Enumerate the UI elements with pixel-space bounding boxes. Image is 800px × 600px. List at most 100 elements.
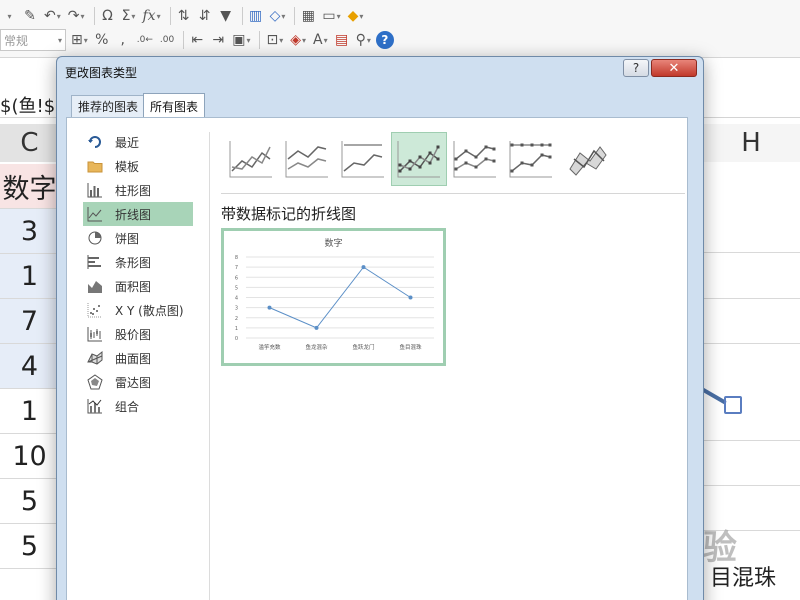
table-cell[interactable]: 7 — [0, 299, 60, 344]
decrease-indent-icon[interactable]: ⇤ — [188, 29, 206, 51]
grid-line — [702, 252, 800, 253]
cell-styles-icon[interactable]: ▤ — [333, 29, 351, 51]
table-cell[interactable]: 5 — [0, 479, 60, 524]
shapes-icon[interactable]: ◇ ▾ — [268, 5, 288, 27]
ribbon-separator — [183, 31, 185, 49]
fx-label: fx — [142, 8, 156, 24]
help-icon[interactable]: ? — [375, 31, 394, 49]
comma-style-button[interactable]: , — [114, 29, 132, 51]
decrease-decimal-icon[interactable]: .00 — [158, 29, 176, 51]
pie-chart-icon — [87, 230, 103, 246]
format-painter-icon[interactable]: ✎ — [21, 5, 39, 27]
chart-type-pie[interactable]: 饼图 — [83, 226, 193, 250]
table-cell[interactable]: 4 — [0, 344, 60, 389]
increase-decimal-icon[interactable]: .0← — [135, 29, 155, 51]
sort-ascending-icon[interactable]: ⇅ — [175, 5, 193, 27]
data-point-marker — [267, 305, 272, 310]
warning-icon[interactable]: ◆ ▾ — [346, 5, 366, 27]
table-cell[interactable]: 1 — [0, 389, 60, 434]
scatter-chart-icon — [87, 302, 103, 318]
autosum-label: Σ — [121, 8, 131, 24]
chart-type-surface[interactable]: 曲面图 — [83, 346, 193, 370]
tab-recommended-charts[interactable]: 推荐的图表 — [71, 95, 146, 117]
ribbon-row-2: 常规 ▾ ⊞ ▾ % , .0← .00 ⇤ ⇥ ▣ ▾ ⊡ ▾ ◈ ▾ A ▾ ▤ ⚲ ▾ … — [0, 27, 397, 53]
find-icon[interactable]: ⚲ ▾ — [354, 29, 373, 51]
autosum-icon[interactable]: Σ ▾ — [120, 5, 138, 27]
chart-type-label: 曲面图 — [115, 351, 152, 366]
chart-type-stock[interactable]: 股价图 — [83, 322, 193, 346]
chart-type-column[interactable]: 柱形图 — [83, 178, 193, 202]
font-color-icon[interactable]: A ▾ — [311, 29, 330, 51]
percent-style-button[interactable]: % — [93, 29, 111, 51]
chart-type-label: 面积图 — [115, 279, 152, 294]
ribbon-separator — [169, 7, 171, 25]
percent-stacked-line-icon[interactable] — [335, 132, 391, 186]
grid-line — [702, 440, 800, 441]
y-tick-label: 2 — [235, 316, 238, 322]
increase-indent-icon[interactable]: ⇥ — [209, 29, 227, 51]
insert-function-icon[interactable]: fx ▾ — [141, 5, 163, 27]
symbol-icon[interactable]: Ω — [99, 5, 117, 27]
dialog-help-button[interactable]: ? — [623, 59, 649, 77]
chart-type-label: 雷达图 — [115, 375, 152, 390]
chart-type-template[interactable]: 模板 — [83, 154, 193, 178]
chart-type-label: 柱形图 — [115, 183, 152, 198]
table-cell[interactable]: 3 — [0, 209, 60, 254]
filter-icon[interactable]: ▼ — [217, 5, 235, 27]
percent-stacked-line-markers-icon[interactable] — [503, 132, 559, 186]
change-chart-type-dialog: 更改图表类型 ? ✕ 推荐的图表 所有图表 最近 模板 柱形图 折线图 饼图 条… — [56, 56, 704, 600]
table-cell[interactable]: 1 — [0, 254, 60, 299]
formula-text: $(鱼!$ — [0, 96, 56, 117]
chart-type-area[interactable]: 面积图 — [83, 274, 193, 298]
ribbon-separator — [241, 7, 243, 25]
stacked-line-markers-icon[interactable] — [447, 132, 503, 186]
insert-chart-icon[interactable]: ▥ — [247, 5, 265, 27]
dialog-title: 更改图表类型 — [65, 66, 138, 80]
y-tick-label: 0 — [235, 336, 238, 342]
accounting-format-icon[interactable]: ⊞ ▾ — [69, 29, 90, 51]
chart-type-radar[interactable]: 雷达图 — [83, 370, 193, 394]
chart-title: 数字 — [324, 237, 342, 249]
merge-center-icon[interactable]: ▣ ▾ — [230, 29, 252, 51]
undo-icon[interactable]: ↶ ▾ — [42, 5, 63, 27]
ribbon-separator — [294, 7, 296, 25]
chart-type-scatter[interactable]: X Y (散点图) — [83, 298, 193, 322]
chart-type-line[interactable]: 折线图 — [83, 202, 193, 226]
y-tick-label: 1 — [235, 326, 238, 332]
table-cell[interactable]: 10 — [0, 434, 60, 479]
dialog-close-button[interactable]: ✕ — [651, 59, 697, 77]
redo-icon[interactable]: ↷ ▾ — [66, 5, 87, 27]
chart-type-label: 组合 — [115, 399, 140, 414]
radar-chart-icon — [87, 374, 103, 390]
chart-resize-handle[interactable] — [724, 396, 742, 414]
data-point-marker — [408, 295, 413, 300]
chart-type-list: 最近 模板 柱形图 折线图 饼图 条形图 面积图 X Y (散点图) 股价图 曲… — [83, 130, 193, 418]
fill-color-icon[interactable]: ◈ ▾ — [288, 29, 308, 51]
stacked-line-icon[interactable] — [279, 132, 335, 186]
line-icon[interactable] — [223, 132, 279, 186]
column-header-c[interactable]: C — [0, 124, 60, 162]
chart-type-label: X Y (散点图) — [115, 303, 184, 318]
combo-chart-icon — [87, 398, 103, 414]
tab-all-charts[interactable]: 所有图表 — [143, 93, 206, 118]
chart-type-recent[interactable]: 最近 — [83, 130, 193, 154]
y-tick-label: 6 — [235, 275, 238, 281]
3d-line-icon[interactable] — [559, 132, 615, 186]
chart-type-combo[interactable]: 组合 — [83, 394, 193, 418]
table-cell[interactable]: 5 — [0, 524, 60, 569]
line-markers-icon[interactable] — [391, 132, 447, 186]
surface-chart-icon — [87, 350, 103, 366]
y-tick-label: 8 — [235, 255, 238, 261]
number-format-combo[interactable]: 常规 ▾ — [0, 29, 66, 51]
font-color-label: A — [313, 32, 323, 48]
comment-icon[interactable]: ▭ ▾ — [320, 5, 342, 27]
chart-preview[interactable]: 数字 0 1 2 3 4 5 6 7 8 滥竽充数 鱼龙混杂 鱼跃龙门 鱼目混珠 — [221, 228, 446, 366]
sort-descending-icon[interactable]: ⇵ — [196, 5, 214, 27]
column-header-h[interactable]: H — [702, 124, 800, 162]
ribbon-dropdown-icon[interactable]: ▾ — [0, 5, 18, 27]
table-icon[interactable]: ▦ — [299, 5, 317, 27]
chart-type-bar[interactable]: 条形图 — [83, 250, 193, 274]
chart-type-label: 最近 — [115, 135, 140, 150]
borders-icon[interactable]: ⊡ ▾ — [264, 29, 285, 51]
cell-header[interactable]: 数字 — [0, 164, 60, 209]
